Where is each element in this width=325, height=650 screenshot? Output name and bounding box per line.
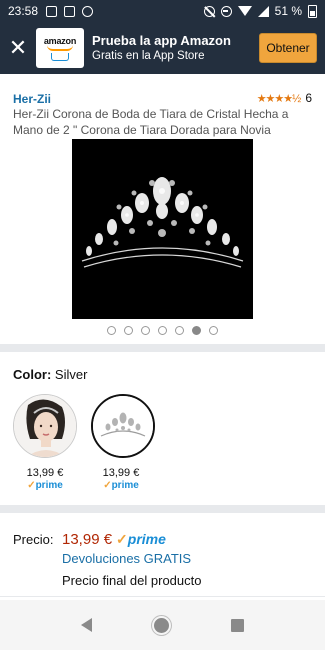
status-time: 23:58 [8,4,39,18]
banner-subtitle: Gratis en la App Store [92,49,205,62]
variant-swatch-tiara[interactable] [91,394,155,458]
tiara-thumb-image [93,396,153,456]
amazon-app-logo: amazon [36,28,84,68]
carousel-dot[interactable] [158,326,167,335]
get-app-button[interactable]: Obtener [259,33,317,63]
section-divider [0,596,325,597]
wifi-icon [237,6,252,16]
image-icon [46,5,58,17]
variant-prime-model: ✓prime [15,480,75,491]
android-nav-bar [0,600,325,650]
home-icon[interactable] [154,617,169,633]
recent-apps-icon[interactable] [231,618,244,632]
variant-swatch-model[interactable] [13,394,77,458]
tiara-image [72,139,253,319]
price-value: 13,99 € [62,531,113,548]
carousel-dot-active[interactable] [192,326,201,335]
app-banner: ✕ amazon Prueba la app Amazon Gratis en … [0,22,325,74]
banner-title: Prueba la app Amazon [92,32,231,48]
price-label: Precio: [13,532,54,547]
variant-price-model: 13,99 € [26,467,64,479]
carousel-dot[interactable] [141,326,150,335]
battery-icon [308,4,317,18]
close-banner-button[interactable]: ✕ [0,22,36,74]
page: 23:58 51 % ✕ amazon Prueba la app Amazon… [0,0,325,650]
rating-count: 6 [305,91,312,105]
rating-stars-icon: ★★★★½ [256,92,302,105]
variant-prime-label: prime [111,480,139,491]
battery-percent: 51 % [274,4,302,18]
prime-check-icon: ✓ [27,480,36,491]
settings-icon [64,5,76,17]
carousel-dot[interactable] [175,326,184,335]
prime-badge: ✓prime [116,531,166,548]
color-label-key: Color: [13,367,52,382]
back-icon[interactable] [81,618,92,632]
status-right: 51 % [203,4,317,18]
free-returns-link[interactable]: Devoluciones GRATIS [62,551,191,566]
close-icon: ✕ [8,35,28,60]
carousel-dot[interactable] [107,326,116,335]
section-divider [0,505,325,513]
color-label: Color: Silver [13,367,87,382]
carousel-dot[interactable] [124,326,133,335]
cart-icon [51,52,69,61]
dnd-icon [220,5,232,17]
final-price-note: Precio final del producto [62,573,202,588]
banner-text: Prueba la app Amazon Gratis en la App St… [92,33,259,64]
carousel-dot[interactable] [209,326,218,335]
brand-link[interactable]: Her-Zii [13,92,51,106]
carousel-dots[interactable] [0,326,325,335]
model-image [14,395,76,457]
mute-icon [203,5,215,17]
variant-price-tiara: 13,99 € [102,467,140,479]
product-title: Her-Zii Corona de Boda de Tiara de Crist… [13,107,289,137]
prime-badge-label: prime [127,531,166,547]
signal-icon [257,5,269,17]
prime-check-icon: ✓ [103,480,112,491]
prime-check-icon: ✓ [116,531,128,547]
section-divider [0,344,325,352]
amazon-smile-icon [47,45,73,51]
price-row: Precio: 13,99 € ✓prime [13,531,166,548]
notification-icon [82,5,94,17]
status-bar: 23:58 51 % [0,0,325,22]
rating[interactable]: ★★★★½ 6 [257,91,312,105]
color-value: Silver [54,367,88,382]
product-image[interactable] [72,139,253,319]
variant-prime-tiara: ✓prime [91,480,151,491]
variant-prime-label: prime [35,480,63,491]
